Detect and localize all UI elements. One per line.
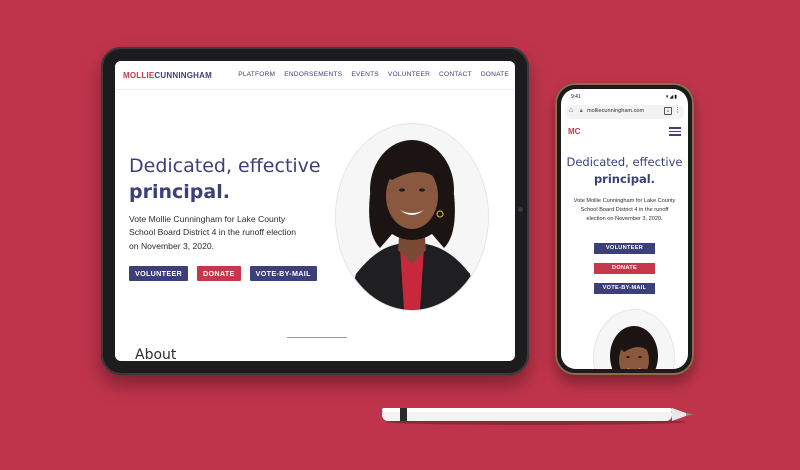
mobile-logo[interactable]: MC xyxy=(568,127,580,136)
mobile-headline-line1: Dedicated, effective xyxy=(566,155,683,169)
tablet-device: MOLLIECUNNINGHAM PLATFORM ENDORSEMENTS E… xyxy=(101,47,529,375)
nav-link-platform[interactable]: PLATFORM xyxy=(238,71,275,78)
logo-first-name: MOLLIE xyxy=(123,71,155,80)
volunteer-button[interactable]: VOLUNTEER xyxy=(129,266,189,281)
mobile-subtitle: Vote Mollie Cunningham for Lake County S… xyxy=(573,198,676,222)
browser-address-bar[interactable]: ⌂ 🔒︎ molliecunningham.com 1 ⋮ xyxy=(565,105,684,119)
section-divider xyxy=(287,337,347,338)
mobile-volunteer-button[interactable]: VOLUNTEER xyxy=(594,243,655,254)
stylus-pencil xyxy=(376,404,696,426)
vote-by-mail-button[interactable]: VOTE-BY-MAIL xyxy=(249,266,317,281)
nav-link-contact[interactable]: CONTACT xyxy=(439,71,472,78)
lock-icon: 🔒︎ xyxy=(580,108,583,114)
more-menu-icon[interactable]: ⋮ xyxy=(674,106,681,114)
mobile-vote-by-mail-button[interactable]: VOTE-BY-MAIL xyxy=(594,283,655,294)
nav-link-volunteer[interactable]: VOLUNTEER xyxy=(388,71,430,78)
status-time: 9:41 xyxy=(571,94,581,100)
address-url[interactable]: molliecunningham.com xyxy=(587,108,644,114)
phone-status-bar: 9:41 ▾◢▮ xyxy=(571,93,678,103)
mobile-headline-line2: principal. xyxy=(593,172,656,186)
mobile-donate-button[interactable]: DONATE xyxy=(594,263,655,274)
home-icon[interactable]: ⌂ xyxy=(569,107,573,114)
phone-screen: 9:41 ▾◢▮ ⌂ 🔒︎ molliecunningham.com 1 ⋮ M… xyxy=(561,89,688,369)
tablet-camera xyxy=(518,207,523,212)
mobile-candidate-photo xyxy=(593,309,675,369)
hero-subtitle: Vote Mollie Cunningham for Lake County S… xyxy=(129,214,297,251)
hero-headline-line1: Dedicated, effective xyxy=(129,155,321,177)
logo-last-name: CUNNINGHAM xyxy=(154,71,212,80)
tablet-screen: MOLLIECUNNINGHAM PLATFORM ENDORSEMENTS E… xyxy=(115,61,515,361)
nav-link-donate[interactable]: DONATE xyxy=(481,71,509,78)
nav-link-events[interactable]: EVENTS xyxy=(351,71,379,78)
hero-buttons: VOLUNTEER DONATE VOTE-BY-MAIL xyxy=(129,266,317,281)
donate-button[interactable]: DONATE xyxy=(197,266,241,281)
site-logo[interactable]: MOLLIECUNNINGHAM xyxy=(123,71,212,80)
phone-device: 9:41 ▾◢▮ ⌂ 🔒︎ molliecunningham.com 1 ⋮ M… xyxy=(555,83,694,375)
about-heading: About xyxy=(135,347,177,361)
nav-links: PLATFORM ENDORSEMENTS EVENTS VOLUNTEER C… xyxy=(238,71,509,78)
nav-link-endorsements[interactable]: ENDORSEMENTS xyxy=(284,71,342,78)
hero-headline-line2: principal. xyxy=(129,181,230,203)
status-icons: ▾◢▮ xyxy=(665,94,678,100)
tabs-icon[interactable]: 1 xyxy=(664,107,672,115)
site-navbar: MOLLIECUNNINGHAM PLATFORM ENDORSEMENTS E… xyxy=(115,61,515,90)
hamburger-menu-icon[interactable] xyxy=(669,127,681,138)
candidate-photo xyxy=(335,123,489,311)
